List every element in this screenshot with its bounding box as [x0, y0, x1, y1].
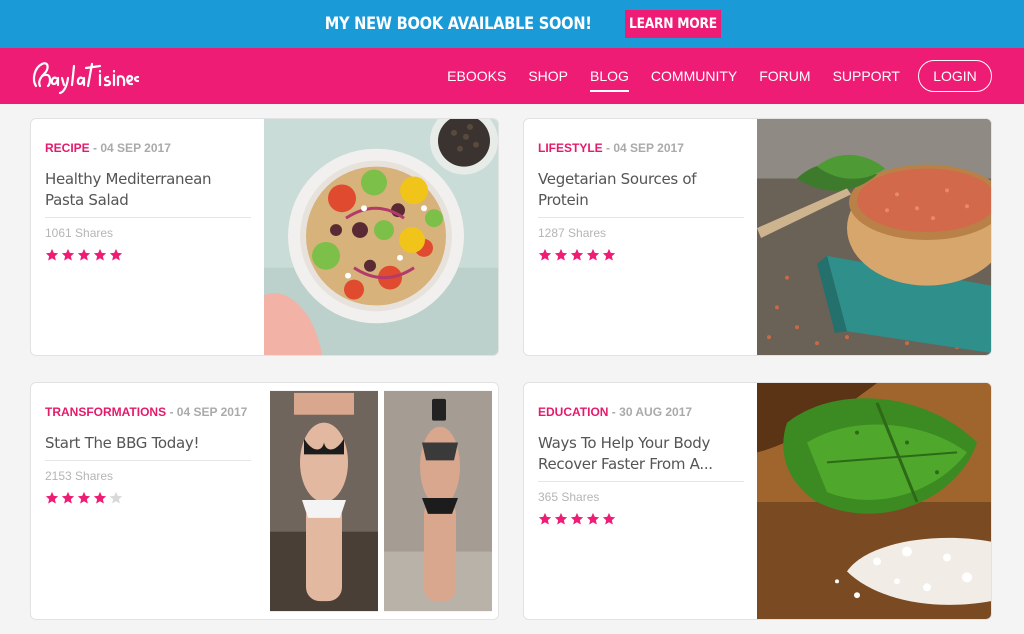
divider: [45, 217, 251, 218]
learn-more-button[interactable]: LEARN MORE: [625, 10, 722, 38]
star-icon: [586, 248, 600, 261]
nav-links: EBOOKS SHOP BLOG COMMUNITY FORUM SUPPORT…: [425, 48, 992, 104]
card-meta: EDUCATION - 30 AUG 2017: [538, 405, 693, 419]
blog-card[interactable]: EDUCATION - 30 AUG 2017 Ways To Help You…: [523, 382, 992, 620]
card-shares: 2153 Shares: [45, 469, 114, 483]
star-icon: [61, 248, 75, 261]
card-date: 04 SEP 2017: [100, 141, 171, 155]
nav-blog[interactable]: BLOG: [590, 64, 629, 92]
star-rating: [45, 491, 251, 505]
star-icon: [45, 248, 59, 261]
card-category[interactable]: LIFESTYLE: [538, 141, 603, 155]
lentils-image[interactable]: [757, 119, 991, 355]
card-title[interactable]: Healthy Mediterranean Pasta Salad: [45, 169, 251, 211]
card-text: TRANSFORMATIONS - 04 SEP 2017 Start The …: [31, 383, 265, 619]
star-rating: [45, 248, 251, 262]
card-text: RECIPE - 04 SEP 2017 Healthy Mediterrane…: [31, 119, 265, 355]
pasta-salad-image[interactable]: [264, 119, 498, 355]
star-icon: [109, 491, 123, 504]
divider: [45, 460, 251, 461]
nav-ebooks[interactable]: EBOOKS: [447, 64, 506, 88]
card-date: 04 SEP 2017: [613, 141, 684, 155]
blog-card[interactable]: TRANSFORMATIONS - 04 SEP 2017 Start The …: [30, 382, 499, 620]
main-navigation: EBOOKS SHOP BLOG COMMUNITY FORUM SUPPORT…: [0, 48, 1024, 104]
promo-banner: MY NEW BOOK AVAILABLE SOON! LEARN MORE: [0, 0, 1024, 48]
login-button[interactable]: LOGIN: [918, 60, 992, 92]
promo-text: MY NEW BOOK AVAILABLE SOON!: [324, 14, 592, 34]
nav-support[interactable]: SUPPORT: [833, 64, 900, 88]
star-icon: [77, 248, 91, 261]
divider: [538, 481, 744, 482]
nav-forum[interactable]: FORUM: [759, 64, 810, 88]
before-after-image[interactable]: [264, 383, 498, 619]
card-meta: RECIPE - 04 SEP 2017: [45, 141, 171, 155]
star-icon: [570, 512, 584, 525]
card-title[interactable]: Start The BBG Today!: [45, 433, 251, 454]
card-date: 04 SEP 2017: [176, 405, 248, 419]
star-icon: [538, 248, 552, 261]
card-date: 30 AUG 2017: [619, 405, 693, 419]
star-icon: [554, 248, 568, 261]
divider: [538, 217, 744, 218]
leaf-salt-image[interactable]: [757, 383, 991, 619]
logo[interactable]: [28, 56, 140, 96]
star-icon: [602, 512, 616, 525]
card-shares: 1287 Shares: [538, 226, 607, 240]
star-icon: [77, 491, 91, 504]
star-rating: [538, 248, 744, 262]
card-meta: TRANSFORMATIONS - 04 SEP 2017: [45, 405, 248, 419]
star-icon: [538, 512, 552, 525]
card-title[interactable]: Vegetarian Sources of Protein: [538, 169, 744, 211]
card-category[interactable]: TRANSFORMATIONS: [45, 405, 166, 419]
star-icon: [554, 512, 568, 525]
card-shares: 1061 Shares: [45, 226, 114, 240]
card-text: LIFESTYLE - 04 SEP 2017 Vegetarian Sourc…: [524, 119, 758, 355]
star-icon: [45, 491, 59, 504]
blog-card[interactable]: LIFESTYLE - 04 SEP 2017 Vegetarian Sourc…: [523, 118, 992, 356]
star-icon: [602, 248, 616, 261]
card-category[interactable]: RECIPE: [45, 141, 90, 155]
card-meta: LIFESTYLE - 04 SEP 2017: [538, 141, 684, 155]
card-title[interactable]: Ways To Help Your Body Recover Faster Fr…: [538, 433, 744, 475]
star-icon: [109, 248, 123, 261]
card-category[interactable]: EDUCATION: [538, 405, 608, 419]
nav-shop[interactable]: SHOP: [528, 64, 568, 88]
star-icon: [93, 248, 107, 261]
star-icon: [570, 248, 584, 261]
card-shares: 365 Shares: [538, 490, 600, 504]
nav-community[interactable]: COMMUNITY: [651, 64, 737, 88]
blog-card[interactable]: RECIPE - 04 SEP 2017 Healthy Mediterrane…: [30, 118, 499, 356]
star-icon: [93, 491, 107, 504]
star-rating: [538, 512, 744, 526]
star-icon: [61, 491, 75, 504]
card-text: EDUCATION - 30 AUG 2017 Ways To Help You…: [524, 383, 758, 619]
star-icon: [586, 512, 600, 525]
logo-signature-icon: [32, 62, 140, 95]
